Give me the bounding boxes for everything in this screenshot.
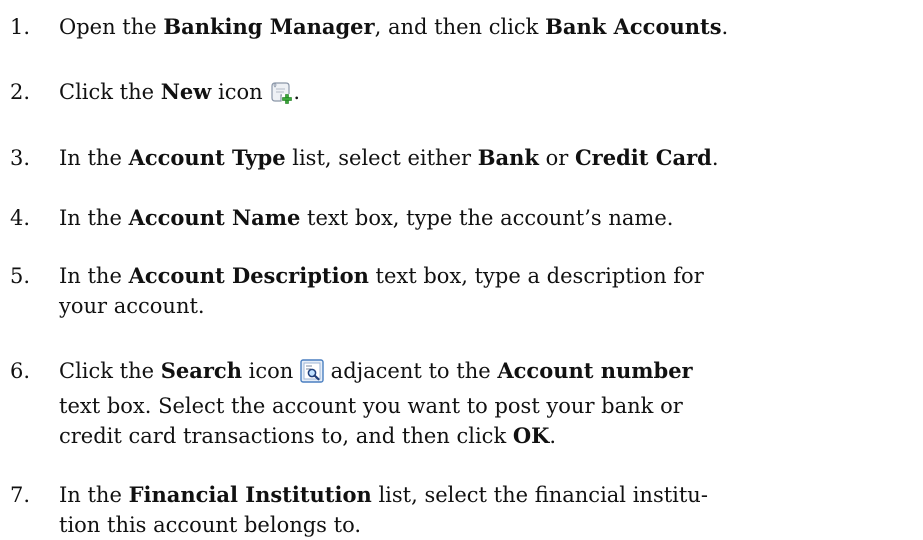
new-document-icon	[269, 80, 293, 112]
text-line: tion this account belongs to.	[59, 513, 362, 537]
ui-term-financial-institution: Financial Institution	[128, 482, 372, 507]
text-line: your account.	[59, 294, 205, 318]
text-run: .	[711, 146, 719, 170]
text-run: list, select the financial institu-	[371, 483, 708, 507]
step-7: 7. In the Financial Institution list, se…	[10, 480, 915, 540]
ui-term-account-name: Account Name	[128, 205, 301, 230]
step-6: 6. Click the Search icon adjacent to the…	[10, 356, 915, 451]
ui-term-credit-card: Credit Card	[574, 145, 712, 170]
text-run: .	[721, 15, 729, 39]
text-run: Open the	[59, 15, 164, 39]
step-text: Click the New icon .	[59, 77, 915, 112]
text-run: adjacent to the	[324, 359, 498, 383]
step-number: 5.	[10, 264, 31, 288]
text-run: Click the	[59, 80, 161, 104]
step-number: 7.	[10, 483, 31, 507]
text-run: text box, type a description for	[368, 264, 704, 288]
ui-term-account-type: Account Type	[128, 145, 286, 170]
text-line: credit card transactions to, and then cl…	[59, 421, 915, 451]
text-line: text box. Select the account you want to…	[59, 394, 683, 418]
text-run: icon	[211, 80, 270, 104]
text-run: icon	[242, 359, 300, 383]
text-run: In the	[59, 483, 129, 507]
step-text: Open the Banking Manager, and then click…	[59, 12, 915, 42]
step-text: In the Account Type list, select either …	[59, 143, 915, 173]
text-run: .	[549, 424, 557, 448]
ui-term-search: Search	[160, 358, 242, 383]
text-line: In the Financial Institution list, selec…	[59, 480, 915, 510]
text-run: In the	[59, 146, 129, 170]
text-run: text box, type the account’s name.	[300, 206, 674, 230]
text-run: In the	[59, 206, 129, 230]
text-line: Click the Search icon adjacent to the Ac…	[59, 356, 915, 391]
ui-term-account-description: Account Description	[128, 263, 369, 288]
step-number: 4.	[10, 206, 31, 230]
step-text: In the Account Description text box, typ…	[59, 261, 915, 321]
ui-term-new: New	[160, 79, 212, 104]
text-run: .	[293, 80, 301, 104]
text-run: or	[538, 146, 575, 170]
ui-term-account-number: Account number	[497, 358, 693, 383]
text-run: credit card transactions to, and then cl…	[59, 424, 513, 448]
step-number: 3.	[10, 146, 31, 170]
step-number: 2.	[10, 80, 31, 104]
step-text: Click the Search icon adjacent to the Ac…	[59, 356, 915, 451]
ui-term-ok: OK	[512, 423, 550, 448]
text-line: In the Account Description text box, typ…	[59, 261, 915, 291]
step-2: 2. Click the New icon .	[10, 77, 915, 112]
step-text: In the Account Name text box, type the a…	[59, 203, 915, 233]
step-text: In the Financial Institution list, selec…	[59, 480, 915, 540]
ui-term-bank-accounts: Bank Accounts	[545, 14, 722, 39]
text-run: In the	[59, 264, 129, 288]
text-run: , and then click	[374, 15, 546, 39]
step-1: 1. Open the Banking Manager, and then cl…	[10, 12, 915, 42]
ui-term-bank: Bank	[477, 145, 539, 170]
step-3: 3. In the Account Type list, select eith…	[10, 143, 915, 173]
step-4: 4. In the Account Name text box, type th…	[10, 203, 915, 233]
step-5: 5. In the Account Description text box, …	[10, 261, 915, 321]
ui-term-banking-manager: Banking Manager	[163, 14, 375, 39]
text-run: list, select either	[285, 146, 478, 170]
step-number: 1.	[10, 15, 31, 39]
text-run: Click the	[59, 359, 161, 383]
step-number: 6.	[10, 359, 31, 383]
search-lookup-icon	[300, 359, 324, 391]
